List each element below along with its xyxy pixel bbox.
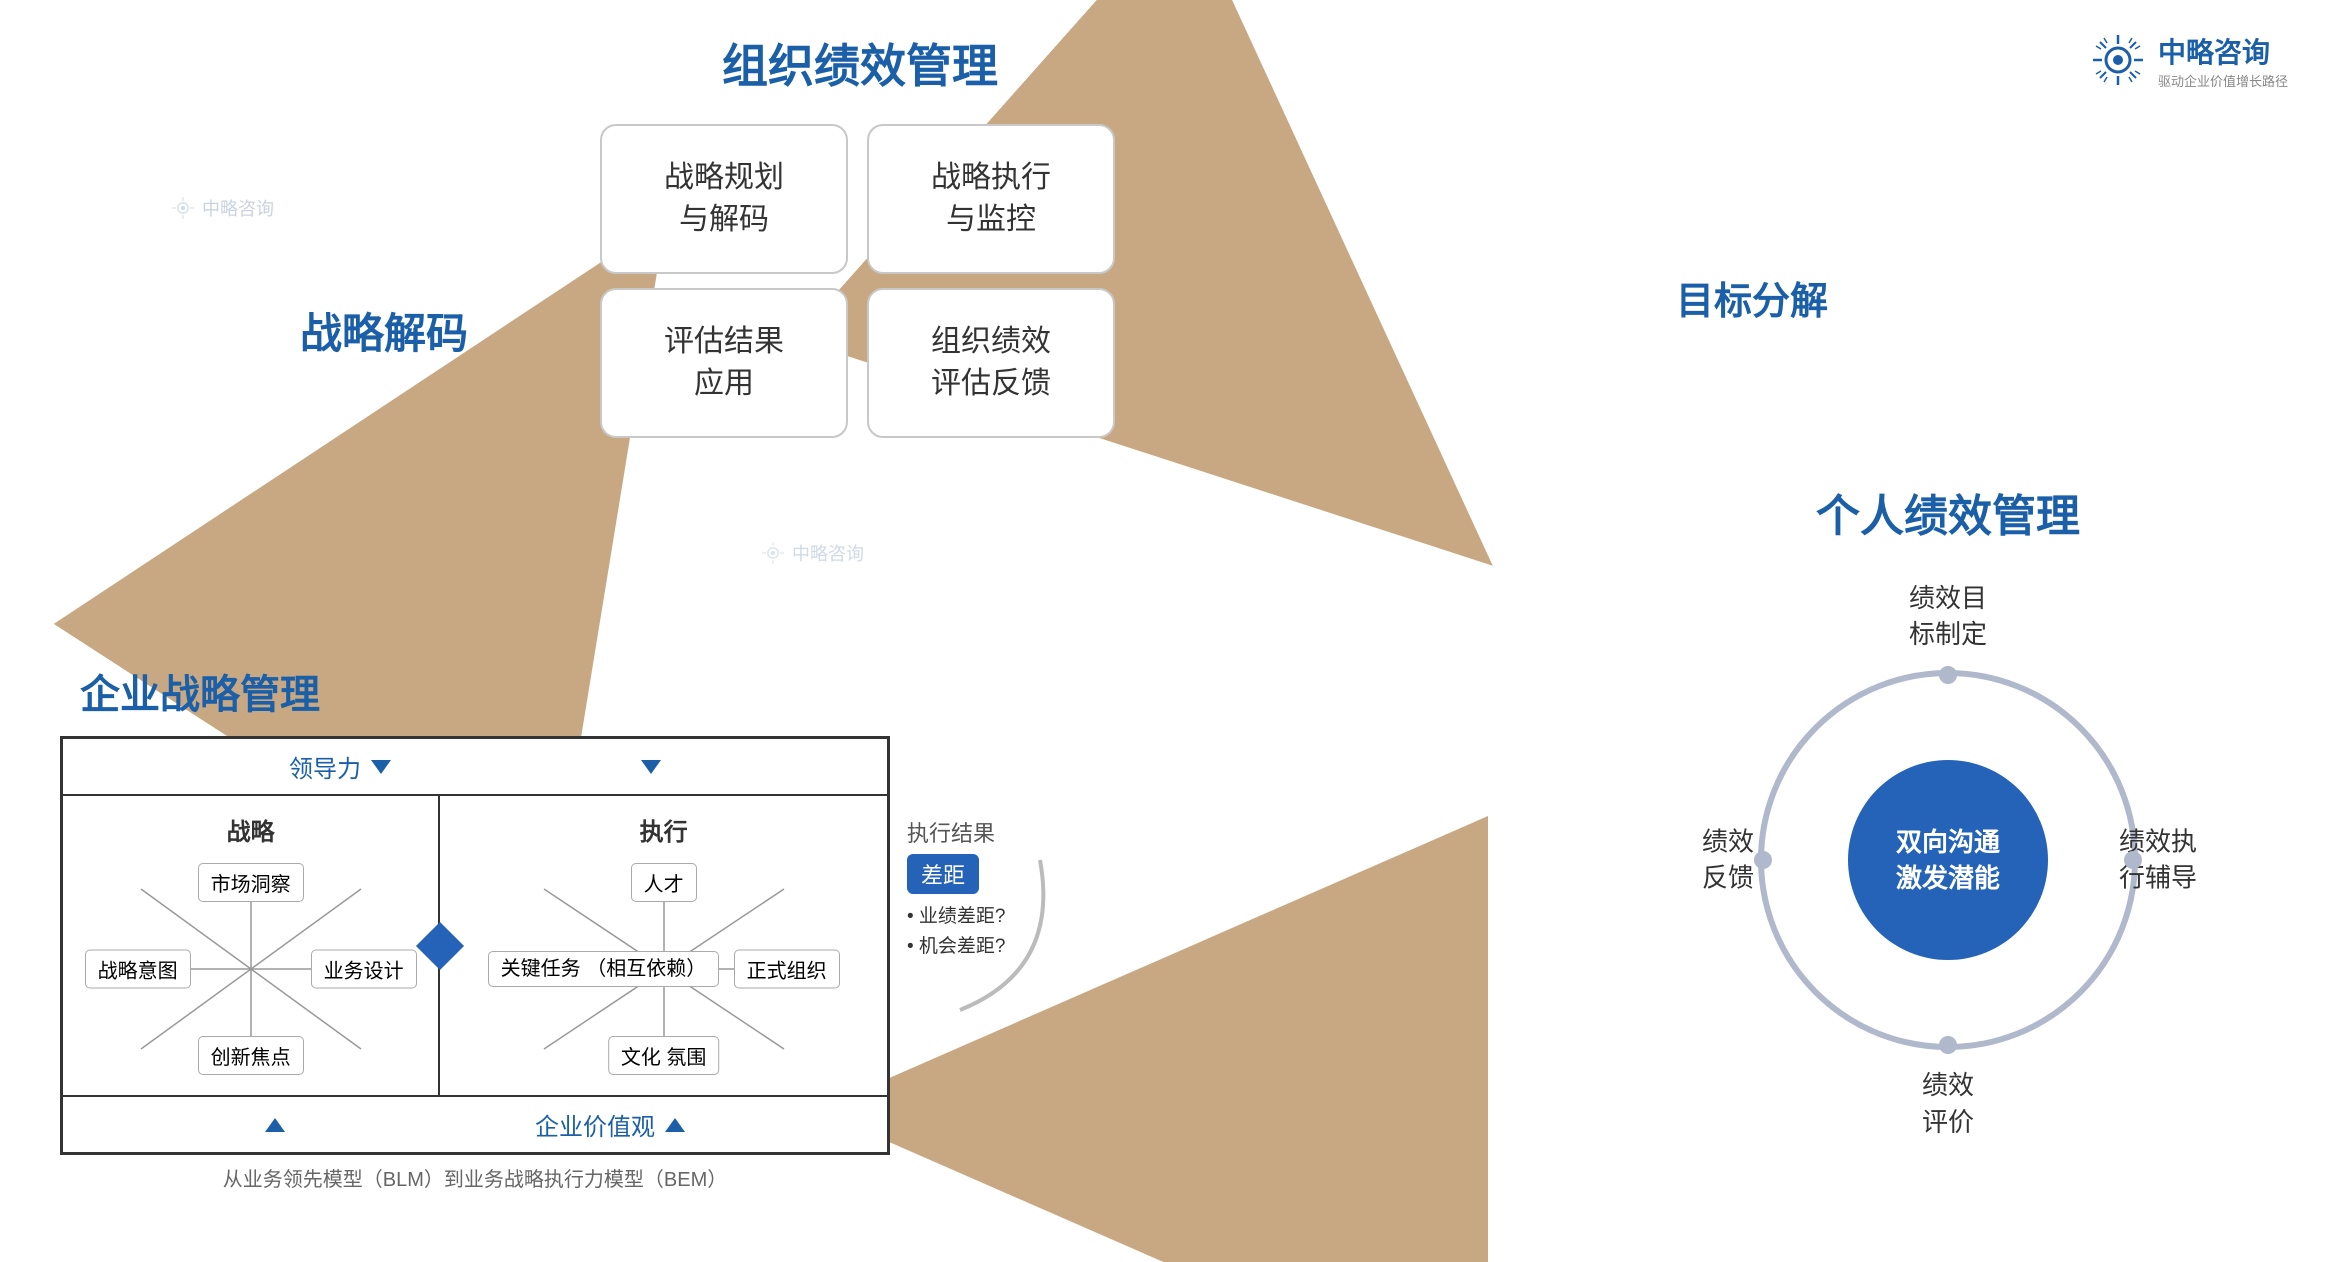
watermark-2: 中略咨询 (760, 540, 864, 566)
blm-bottom-bar: 企业价值观 (63, 1097, 887, 1152)
execute-top: 人才 (631, 863, 697, 902)
enterprise-section: 企业战略管理 领导力 战略 (60, 662, 890, 1192)
arrow-down-blue-right (641, 760, 661, 774)
quadrant-cell-2: 战略执行 与监控 (867, 124, 1115, 274)
personal-perf-section: 个人绩效管理 双向沟通 激发潜能 绩效目 标制定 绩效执 行辅导 绩效 评价 绩… (1598, 480, 2298, 1150)
dot-left (1754, 851, 1772, 869)
execute-right: 正式组织 (734, 950, 840, 989)
four-quadrant: 战略规划 与解码 战略执行 与监控 评估结果 应用 组织绩效 评估反馈 (600, 124, 1120, 438)
strategy-bottom: 创新焦点 (198, 1036, 304, 1075)
target-decompose-label: 目标分解 (1676, 270, 1828, 325)
exec-result-box: 执行结果 差距 • 业绩差距? • 机会差距? (907, 816, 1107, 963)
dot-right (2124, 851, 2142, 869)
exec-result-title: 执行结果 (907, 816, 1107, 848)
strategy-diamond: 市场洞察 业务设计 创新焦点 战略意图 (81, 859, 421, 1079)
quadrant-cell-1: 战略规划 与解码 (600, 124, 848, 274)
org-perf-title: 组织绩效管理 (722, 30, 998, 96)
blm-top-bar: 领导力 (63, 739, 887, 796)
logo-icon (2088, 30, 2148, 90)
enterprise-title: 企业战略管理 (80, 662, 890, 720)
blm-left-panel: 战略 市场洞察 业务设计 创新焦点 战略意图 (63, 796, 440, 1095)
strategy-top: 市场洞察 (198, 863, 304, 902)
strategy-right: 业务设计 (311, 950, 417, 989)
exec-result-items: • 业绩差距? • 机会差距? (907, 902, 1107, 963)
gap-badge: 差距 (907, 854, 979, 894)
blm-right-title: 执行 (456, 812, 871, 847)
personal-perf-title: 个人绩效管理 (1816, 480, 2080, 544)
arrow-down-blue-left (371, 760, 391, 774)
logo-name: 中略咨询 (2158, 31, 2288, 71)
strategy-left: 战略意图 (85, 950, 191, 989)
org-perf-section: 组织绩效管理 战略规划 与解码 战略执行 与监控 评估结果 应用 组织绩效 评估… (580, 30, 1140, 438)
node-top: 绩效目 标制定 (1883, 580, 2013, 653)
blm-right-panel: 执行 人才 正式组织 文化 氛围 关键任务 （相互依赖） (440, 796, 887, 1095)
quadrant-cell-4: 组织绩效 评估反馈 (867, 288, 1115, 438)
blm-frame: 领导力 战略 市场洞察 (60, 736, 890, 1155)
logo-text: 中略咨询 驱动企业价值增长路径 (2158, 31, 2288, 90)
execute-diamond: 人才 正式组织 文化 氛围 关键任务 （相互依赖） (484, 859, 844, 1079)
blm-content: 战略 市场洞察 业务设计 创新焦点 战略意图 (63, 796, 887, 1097)
node-bottom: 绩效 评价 (1883, 1067, 2013, 1140)
dot-top (1939, 666, 1957, 684)
execute-bottom: 文化 氛围 (608, 1036, 720, 1075)
node-right: 绩效执 行辅导 (2088, 824, 2228, 897)
strategic-decode-label: 战略解码 (300, 300, 468, 361)
watermark-1: 中略咨询 (170, 195, 274, 221)
circle-diagram: 双向沟通 激发潜能 绩效目 标制定 绩效执 行辅导 绩效 评价 绩效 反馈 (1658, 570, 2238, 1150)
dot-bottom (1939, 1036, 1957, 1054)
circle-center: 双向沟通 激发潜能 (1848, 760, 2048, 960)
blm-caption: 从业务领先模型（BLM）到业务战略执行力模型（BEM） (60, 1163, 890, 1192)
logo-area: 中略咨询 驱动企业价值增长路径 (2088, 30, 2288, 90)
arrow-up-blue-right (665, 1118, 685, 1132)
logo-slogan: 驱动企业价值增长路径 (2158, 71, 2288, 90)
quadrant-cell-3: 评估结果 应用 (600, 288, 848, 438)
blm-left-title: 战略 (79, 812, 422, 847)
arrow-up-blue-left (265, 1118, 285, 1132)
execute-left: 关键任务 （相互依赖） (488, 951, 720, 987)
